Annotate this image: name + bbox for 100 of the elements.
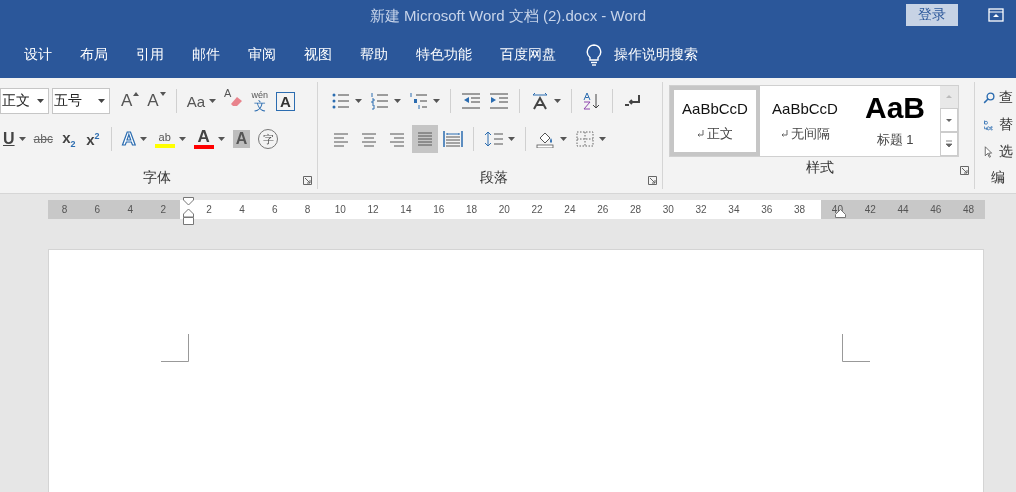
ruler-label: 22 xyxy=(530,204,544,215)
ribbon-tab[interactable]: 审阅 xyxy=(234,46,290,64)
find-button[interactable]: 查 xyxy=(983,86,1013,110)
search-icon xyxy=(983,90,995,106)
ruler-label: 4 xyxy=(126,204,135,215)
ruler-label: 20 xyxy=(497,204,511,215)
decrease-indent-icon xyxy=(461,92,481,110)
caret-icon xyxy=(394,99,401,103)
caret-icon xyxy=(37,99,44,103)
ruler-label: 46 xyxy=(929,204,943,215)
ruler-label: 14 xyxy=(399,204,413,215)
ruler-label: 12 xyxy=(366,204,380,215)
change-case-button[interactable]: Aa xyxy=(183,87,220,115)
indent-marker-icon[interactable] xyxy=(183,197,194,225)
ruler-label: 34 xyxy=(727,204,741,215)
ruler-label: 8 xyxy=(60,204,69,215)
distributed-icon xyxy=(443,130,463,148)
group-label: 样式 xyxy=(806,159,834,177)
ruler-label: 2 xyxy=(205,204,213,215)
caret-icon xyxy=(599,137,606,141)
ribbon-tab[interactable]: 百度网盘 xyxy=(486,46,570,64)
superscript-button[interactable]: x$^{2}$ xyxy=(81,125,104,153)
ribbon-tab[interactable]: 特色功能 xyxy=(402,46,486,64)
up-triangle-icon xyxy=(133,92,140,96)
caret-icon xyxy=(508,137,515,141)
ruler-label: 48 xyxy=(962,204,976,215)
select-button[interactable]: 选 xyxy=(983,140,1013,164)
ruler-label: 10 xyxy=(333,204,347,215)
increase-indent-icon xyxy=(489,92,509,110)
subscript-button[interactable]: x$_{2}$ xyxy=(57,125,80,153)
dialog-launcher-icon[interactable] xyxy=(960,166,969,175)
ribbon-tab[interactable]: 设计 xyxy=(10,46,66,64)
style-item[interactable]: AaBbCcD 正文 xyxy=(670,86,760,156)
letter-arrows-icon xyxy=(530,92,550,110)
ruler-label: 6 xyxy=(93,204,102,215)
ribbon-tab[interactable]: 帮助 xyxy=(346,46,402,64)
ruler-label: 16 xyxy=(432,204,446,215)
font-color-button[interactable]: A xyxy=(190,125,228,153)
margin-corner-mark xyxy=(161,334,189,362)
underline-button[interactable]: U xyxy=(0,125,29,153)
borders-icon xyxy=(575,130,595,148)
numbered-list-icon xyxy=(370,92,390,110)
ruler-label: 44 xyxy=(896,204,910,215)
ruler-label: 32 xyxy=(694,204,708,215)
clear-formatting-button[interactable]: A xyxy=(221,87,247,115)
caret-icon xyxy=(209,99,217,103)
ribbon-tab[interactable]: 引用 xyxy=(122,46,178,64)
ruler-label: 42 xyxy=(863,204,877,215)
margin-corner-mark xyxy=(842,334,870,362)
caret-icon xyxy=(217,137,225,141)
phonetic-guide-button[interactable]: wén 文 xyxy=(248,87,271,115)
caret-icon xyxy=(18,137,26,141)
ruler-label: 18 xyxy=(464,204,479,215)
ruler-label: 6 xyxy=(270,204,279,215)
align-center-icon xyxy=(359,130,379,148)
caret-icon xyxy=(554,99,561,103)
ruler-label: 8 xyxy=(303,204,312,215)
group-label: 字体 xyxy=(143,169,171,187)
strikethrough-button[interactable]: abc xyxy=(30,125,56,153)
dialog-launcher-icon[interactable] xyxy=(648,176,657,185)
ruler-label: 26 xyxy=(596,204,610,215)
ribbon-display-icon[interactable] xyxy=(988,8,1004,22)
font-size-box[interactable]: 五号 xyxy=(52,88,110,114)
window-title: 新建 Microsoft Word 文档 (2).docx - Word xyxy=(368,6,648,26)
more-styles-icon[interactable] xyxy=(940,132,958,156)
justify-icon xyxy=(415,130,435,148)
caret-icon xyxy=(98,99,105,103)
ribbon-tab[interactable]: 邮件 xyxy=(178,46,234,64)
ruler-label: 30 xyxy=(661,204,675,215)
group-label: 段落 xyxy=(479,169,508,187)
character-shading-button[interactable]: A xyxy=(229,125,254,153)
ribbon-tab[interactable]: 布局 xyxy=(66,46,122,64)
caret-icon xyxy=(355,99,362,103)
cursor-icon xyxy=(983,144,995,160)
ruler-label: 4 xyxy=(238,204,246,215)
dialog-launcher-icon[interactable] xyxy=(303,176,312,185)
ruler-label: 38 xyxy=(792,204,807,215)
line-spacing-icon xyxy=(484,130,504,148)
caret-icon xyxy=(560,137,567,141)
align-right-icon xyxy=(387,130,407,148)
multilevel-list-icon xyxy=(409,92,429,110)
caret-icon xyxy=(178,137,186,141)
replace-button[interactable]: 替 xyxy=(983,113,1013,137)
caret-icon xyxy=(139,137,147,141)
highlight-button[interactable]: ab xyxy=(151,125,189,153)
eraser-icon xyxy=(229,95,244,107)
ribbon-tab[interactable]: 视图 xyxy=(290,46,346,64)
paint-bucket-icon xyxy=(536,130,556,148)
down-triangle-icon xyxy=(159,92,166,96)
font-name-box[interactable]: 正文 xyxy=(0,88,49,114)
caret-icon xyxy=(433,99,440,103)
sort-icon xyxy=(582,92,602,110)
grow-font-button[interactable]: A xyxy=(118,87,143,115)
ruler-label: 36 xyxy=(760,204,774,215)
ruler-label: 2 xyxy=(159,204,168,215)
ruler-label: 28 xyxy=(628,204,643,215)
tell-me-search[interactable]: 操作说明搜索 xyxy=(614,46,698,64)
sign-in-button[interactable]: 登录 xyxy=(906,4,958,26)
group-label: 编 xyxy=(991,169,1005,187)
shrink-font-button[interactable]: A xyxy=(144,87,169,115)
